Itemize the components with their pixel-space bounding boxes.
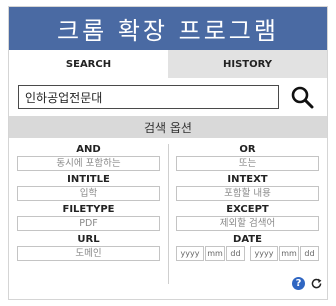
date-from-month[interactable] — [205, 246, 225, 261]
url-label: URL — [77, 234, 100, 245]
search-button[interactable] — [285, 83, 319, 111]
date-from-year[interactable] — [176, 246, 204, 261]
footer-icons: ? — [292, 277, 323, 290]
help-icon[interactable]: ? — [292, 277, 305, 290]
date-label: DATE — [233, 234, 262, 245]
tab-history-label: HISTORY — [222, 58, 272, 70]
tab-bar: SEARCH HISTORY — [9, 50, 327, 78]
date-from-day[interactable] — [226, 246, 245, 261]
options-grid: AND INTITLE FILETYPE URL OR INTEXT EXCEP… — [9, 138, 327, 284]
intext-label: INTEXT — [227, 174, 268, 185]
extension-popup: 크롬 확장 프로그램 SEARCH HISTORY 검색 옵션 AND INTI… — [8, 6, 328, 300]
tab-search-label: SEARCH — [65, 58, 112, 70]
and-label: AND — [76, 144, 101, 155]
options-left-column: AND INTITLE FILETYPE URL — [9, 142, 168, 262]
intitle-input[interactable] — [17, 186, 160, 201]
search-row — [9, 78, 327, 116]
and-input[interactable] — [17, 156, 160, 171]
options-right-column: OR INTEXT EXCEPT DATE — [168, 142, 327, 262]
search-options-title: 검색 옵션 — [144, 120, 192, 135]
date-to-day[interactable] — [300, 246, 319, 261]
search-input[interactable] — [18, 85, 280, 109]
date-separator — [246, 246, 249, 261]
date-to-year[interactable] — [250, 246, 278, 261]
app-header: 크롬 확장 프로그램 — [9, 7, 327, 50]
intext-input[interactable] — [176, 186, 319, 201]
help-icon-glyph: ? — [295, 278, 302, 289]
filetype-input[interactable] — [17, 216, 160, 231]
search-icon — [291, 86, 314, 109]
app-title: 크롬 확장 프로그램 — [57, 17, 279, 45]
filetype-label: FILETYPE — [62, 204, 115, 215]
url-input[interactable] — [17, 246, 160, 261]
except-input[interactable] — [176, 216, 319, 231]
date-range — [176, 246, 319, 261]
search-options-header: 검색 옵션 — [9, 116, 327, 138]
column-divider — [168, 144, 169, 284]
tab-history[interactable]: HISTORY — [168, 50, 327, 78]
or-label: OR — [239, 144, 256, 155]
date-to-month[interactable] — [279, 246, 299, 261]
tab-search[interactable]: SEARCH — [9, 50, 168, 78]
intitle-label: INTITLE — [67, 174, 110, 185]
except-label: EXCEPT — [226, 204, 269, 215]
refresh-icon[interactable] — [310, 277, 323, 290]
or-input[interactable] — [176, 156, 319, 171]
